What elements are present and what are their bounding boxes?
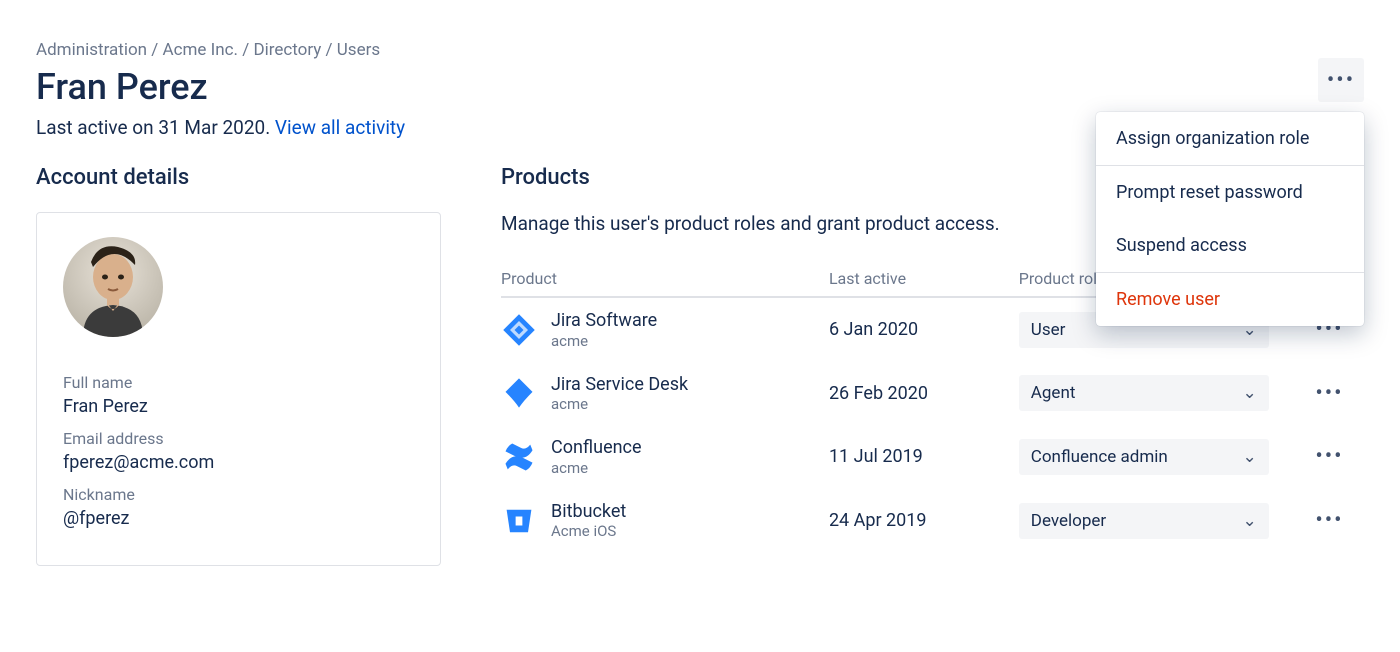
- product-name: Jira Software: [551, 310, 657, 332]
- actions-dropdown: Assign organization role Prompt reset pa…: [1096, 112, 1364, 326]
- product-role-select[interactable]: Confluence admin ⌄: [1019, 439, 1269, 475]
- menu-item-remove-user[interactable]: Remove user: [1096, 273, 1364, 326]
- last-active-text: Last active on 31 Mar 2020.: [36, 116, 275, 139]
- product-site: acme: [551, 332, 657, 350]
- row-actions-button[interactable]: •••: [1295, 508, 1364, 533]
- product-role-value: Developer: [1031, 511, 1106, 531]
- product-role-value: Confluence admin: [1031, 447, 1168, 467]
- jira-service-desk-icon: [501, 375, 537, 411]
- nickname-label: Nickname: [63, 485, 414, 504]
- more-icon: •••: [1327, 68, 1355, 93]
- product-role-value: Agent: [1031, 383, 1076, 403]
- menu-item-assign-org-role[interactable]: Assign organization role: [1096, 112, 1364, 165]
- breadcrumb-item: Acme Inc.: [162, 40, 238, 60]
- product-name: Confluence: [551, 437, 642, 459]
- breadcrumb-item: Directory: [253, 40, 321, 60]
- breadcrumb-item: Administration: [36, 40, 147, 60]
- table-row: Bitbucket Acme iOS 24 Apr 2019 Developer…: [501, 489, 1364, 553]
- more-actions-button[interactable]: •••: [1318, 58, 1364, 102]
- row-actions-button[interactable]: •••: [1295, 444, 1364, 469]
- view-all-activity-link[interactable]: View all activity: [275, 116, 405, 139]
- product-role-value: User: [1031, 320, 1066, 340]
- table-row: Confluence acme 11 Jul 2019 Confluence a…: [501, 425, 1364, 489]
- page-title: Fran Perez: [36, 66, 1364, 108]
- product-name: Bitbucket: [551, 501, 626, 523]
- menu-item-prompt-reset-password[interactable]: Prompt reset password: [1096, 166, 1364, 219]
- account-details-card: Full name Fran Perez Email address fpere…: [36, 212, 441, 566]
- table-row: Jira Service Desk acme 26 Feb 2020 Agent…: [501, 362, 1364, 426]
- product-name: Jira Service Desk: [551, 374, 688, 396]
- row-actions-button[interactable]: •••: [1295, 381, 1364, 406]
- menu-item-suspend-access[interactable]: Suspend access: [1096, 219, 1364, 272]
- col-last-active: Last active: [829, 261, 1019, 297]
- product-site: acme: [551, 459, 642, 477]
- col-product: Product: [501, 261, 829, 297]
- breadcrumb[interactable]: Administration / Acme Inc. / Directory /…: [36, 40, 1364, 60]
- email-label: Email address: [63, 429, 414, 448]
- nickname-value: @fperez: [63, 508, 414, 529]
- avatar: [63, 237, 163, 337]
- account-details-heading: Account details: [36, 165, 441, 190]
- product-role-select[interactable]: Developer ⌄: [1019, 503, 1269, 539]
- full-name-label: Full name: [63, 373, 414, 392]
- product-last-active: 26 Feb 2020: [829, 362, 1019, 426]
- product-site: Acme iOS: [551, 522, 626, 540]
- product-site: acme: [551, 395, 688, 413]
- breadcrumb-item: Users: [337, 40, 380, 60]
- product-last-active: 6 Jan 2020: [829, 297, 1019, 362]
- full-name-value: Fran Perez: [63, 396, 414, 417]
- jira-software-icon: [501, 312, 537, 348]
- confluence-icon: [501, 439, 537, 475]
- product-role-select[interactable]: Agent ⌄: [1019, 375, 1269, 411]
- product-last-active: 24 Apr 2019: [829, 489, 1019, 553]
- email-value: fperez@acme.com: [63, 452, 414, 473]
- chevron-down-icon: ⌄: [1243, 511, 1257, 531]
- bitbucket-icon: [501, 503, 537, 539]
- chevron-down-icon: ⌄: [1243, 447, 1257, 467]
- product-last-active: 11 Jul 2019: [829, 425, 1019, 489]
- chevron-down-icon: ⌄: [1243, 383, 1257, 403]
